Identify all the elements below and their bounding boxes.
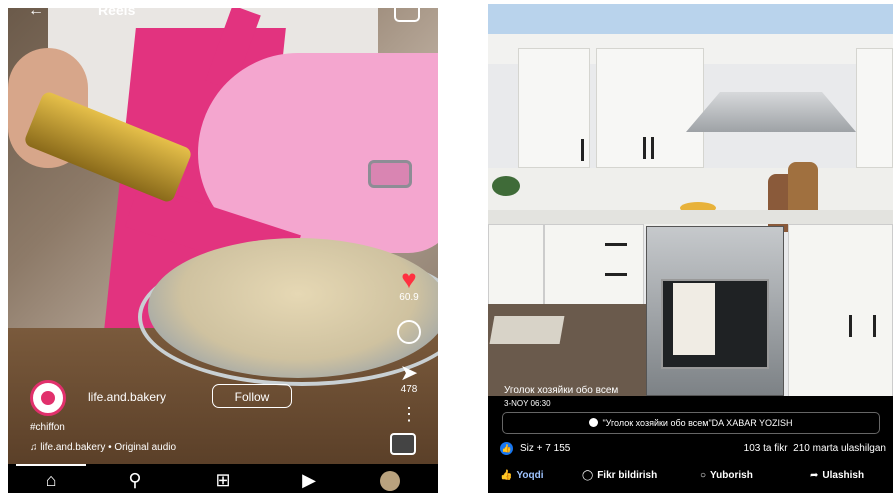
upper-cabinet xyxy=(518,48,590,168)
upper-cabinet xyxy=(856,48,893,168)
reels-icon[interactable]: ▶ xyxy=(294,471,324,489)
mixer-logo xyxy=(368,160,412,188)
create-icon[interactable]: ⊞ xyxy=(208,471,238,489)
reactions-count[interactable]: Siz + 7 155 xyxy=(520,443,570,454)
plant xyxy=(492,176,520,196)
comment-label: Fikr bildirish xyxy=(597,470,658,481)
audio-label: life.and.bakery • Original audio xyxy=(40,442,177,453)
banner-label: "Уголок хозяйки обо всем"DA XABAR YOZISH xyxy=(602,418,793,428)
comment-icon: ◯ xyxy=(582,470,594,481)
lower-cabinet xyxy=(788,224,893,396)
reel-caption[interactable]: #chiffon xyxy=(30,422,65,433)
cabinet-handle xyxy=(849,315,852,337)
share-arrow-icon: ➦ xyxy=(810,470,819,481)
audio-thumbnail-icon[interactable] xyxy=(390,433,416,455)
username[interactable]: life.and.bakery xyxy=(88,390,166,404)
search-icon[interactable]: ⚲ xyxy=(120,471,150,489)
comments-count[interactable]: 103 ta fikr xyxy=(744,443,788,454)
more-dots-icon[interactable]: ⋮ xyxy=(400,404,418,424)
profile-avatar[interactable] xyxy=(380,471,400,491)
comment-icon[interactable] xyxy=(397,320,421,344)
thumbs-up-icon: 👍 xyxy=(500,470,513,481)
dish-towel xyxy=(673,283,715,355)
mixing-bowl xyxy=(148,238,438,378)
audio-info[interactable]: ♫ life.and.bakery • Original audio xyxy=(30,442,176,453)
nav-active-indicator xyxy=(16,464,86,466)
like-button[interactable]: 👍 Yoqdi xyxy=(500,470,543,481)
more-action[interactable]: ⋮ xyxy=(386,404,432,425)
shares-count[interactable]: 210 marta ulashilgan xyxy=(793,443,886,454)
cabinet-handle xyxy=(581,139,584,161)
comment-button[interactable]: ◯ Fikr bildirish xyxy=(582,470,657,481)
send-icon[interactable]: ➤ xyxy=(386,362,432,384)
share-action[interactable]: ➤ 478 xyxy=(386,362,432,396)
post-action-bar: 👍 Yoqdi ◯ Fikr bildirish ○ Yuborish ➦ Ulashi… xyxy=(488,466,893,490)
stainless-stove xyxy=(646,226,784,396)
home-icon[interactable]: ⌂ xyxy=(36,471,66,489)
share-count: 478 xyxy=(400,384,418,395)
cabinet-handle xyxy=(643,137,646,159)
share-label: Ulashish xyxy=(822,470,865,481)
like-count: 60.9 xyxy=(399,292,419,303)
countertop xyxy=(488,210,893,224)
drawer-handle xyxy=(605,243,627,246)
cabinet-handle xyxy=(651,137,654,159)
message-icon xyxy=(589,418,599,427)
heart-icon[interactable]: ♥ xyxy=(386,266,432,292)
cabinet-handle xyxy=(873,315,876,337)
write-in-group-banner[interactable]: "Уголок хозяйки обо всем"DA XABAR YOZISH xyxy=(502,412,880,434)
back-arrow-icon[interactable]: ← xyxy=(28,8,44,20)
drawer-handle xyxy=(605,273,627,276)
send-label: Yuborish xyxy=(710,470,753,481)
share-button[interactable]: ➦ Ulashish xyxy=(810,470,864,481)
range-hood xyxy=(686,92,856,132)
kitchen-photo[interactable] xyxy=(488,4,893,396)
camera-icon[interactable] xyxy=(394,8,420,22)
group-name[interactable]: Уголок хозяйки обо всем xyxy=(504,385,618,396)
like-reaction-icon: 👍 xyxy=(500,442,513,455)
avatar-image xyxy=(41,391,55,405)
follow-button[interactable]: Follow xyxy=(212,384,292,408)
post-date: 3-NOY 06:30 xyxy=(504,399,551,408)
avatar[interactable] xyxy=(30,380,66,416)
upper-cabinet xyxy=(596,48,704,168)
bottom-nav: ⌂ ⚲ ⊞ ▶ xyxy=(8,464,438,493)
reel-top-bar: ← Reels xyxy=(8,8,438,24)
like-label: Yoqdi xyxy=(516,470,544,481)
engagement-counts: 103 ta fikr 210 marta ulashilgan xyxy=(744,443,886,454)
comment-action[interactable] xyxy=(386,320,432,347)
rug xyxy=(489,316,565,344)
like-action[interactable]: ♥ 60.9 xyxy=(386,266,432,303)
instagram-reel: ← Reels ♥ 60.9 ➤ 478 ⋮ life.and.bakery F… xyxy=(8,8,438,493)
messenger-icon: ○ xyxy=(700,470,707,481)
post-stats: 👍 Siz + 7 155 103 ta fikr 210 marta ulas… xyxy=(500,442,890,458)
page-title: Reels xyxy=(98,8,136,18)
facebook-post: Уголок хозяйки обо всем 3-NOY 06:30 "Уго… xyxy=(488,4,893,493)
send-button[interactable]: ○ Yuborish xyxy=(700,470,753,481)
